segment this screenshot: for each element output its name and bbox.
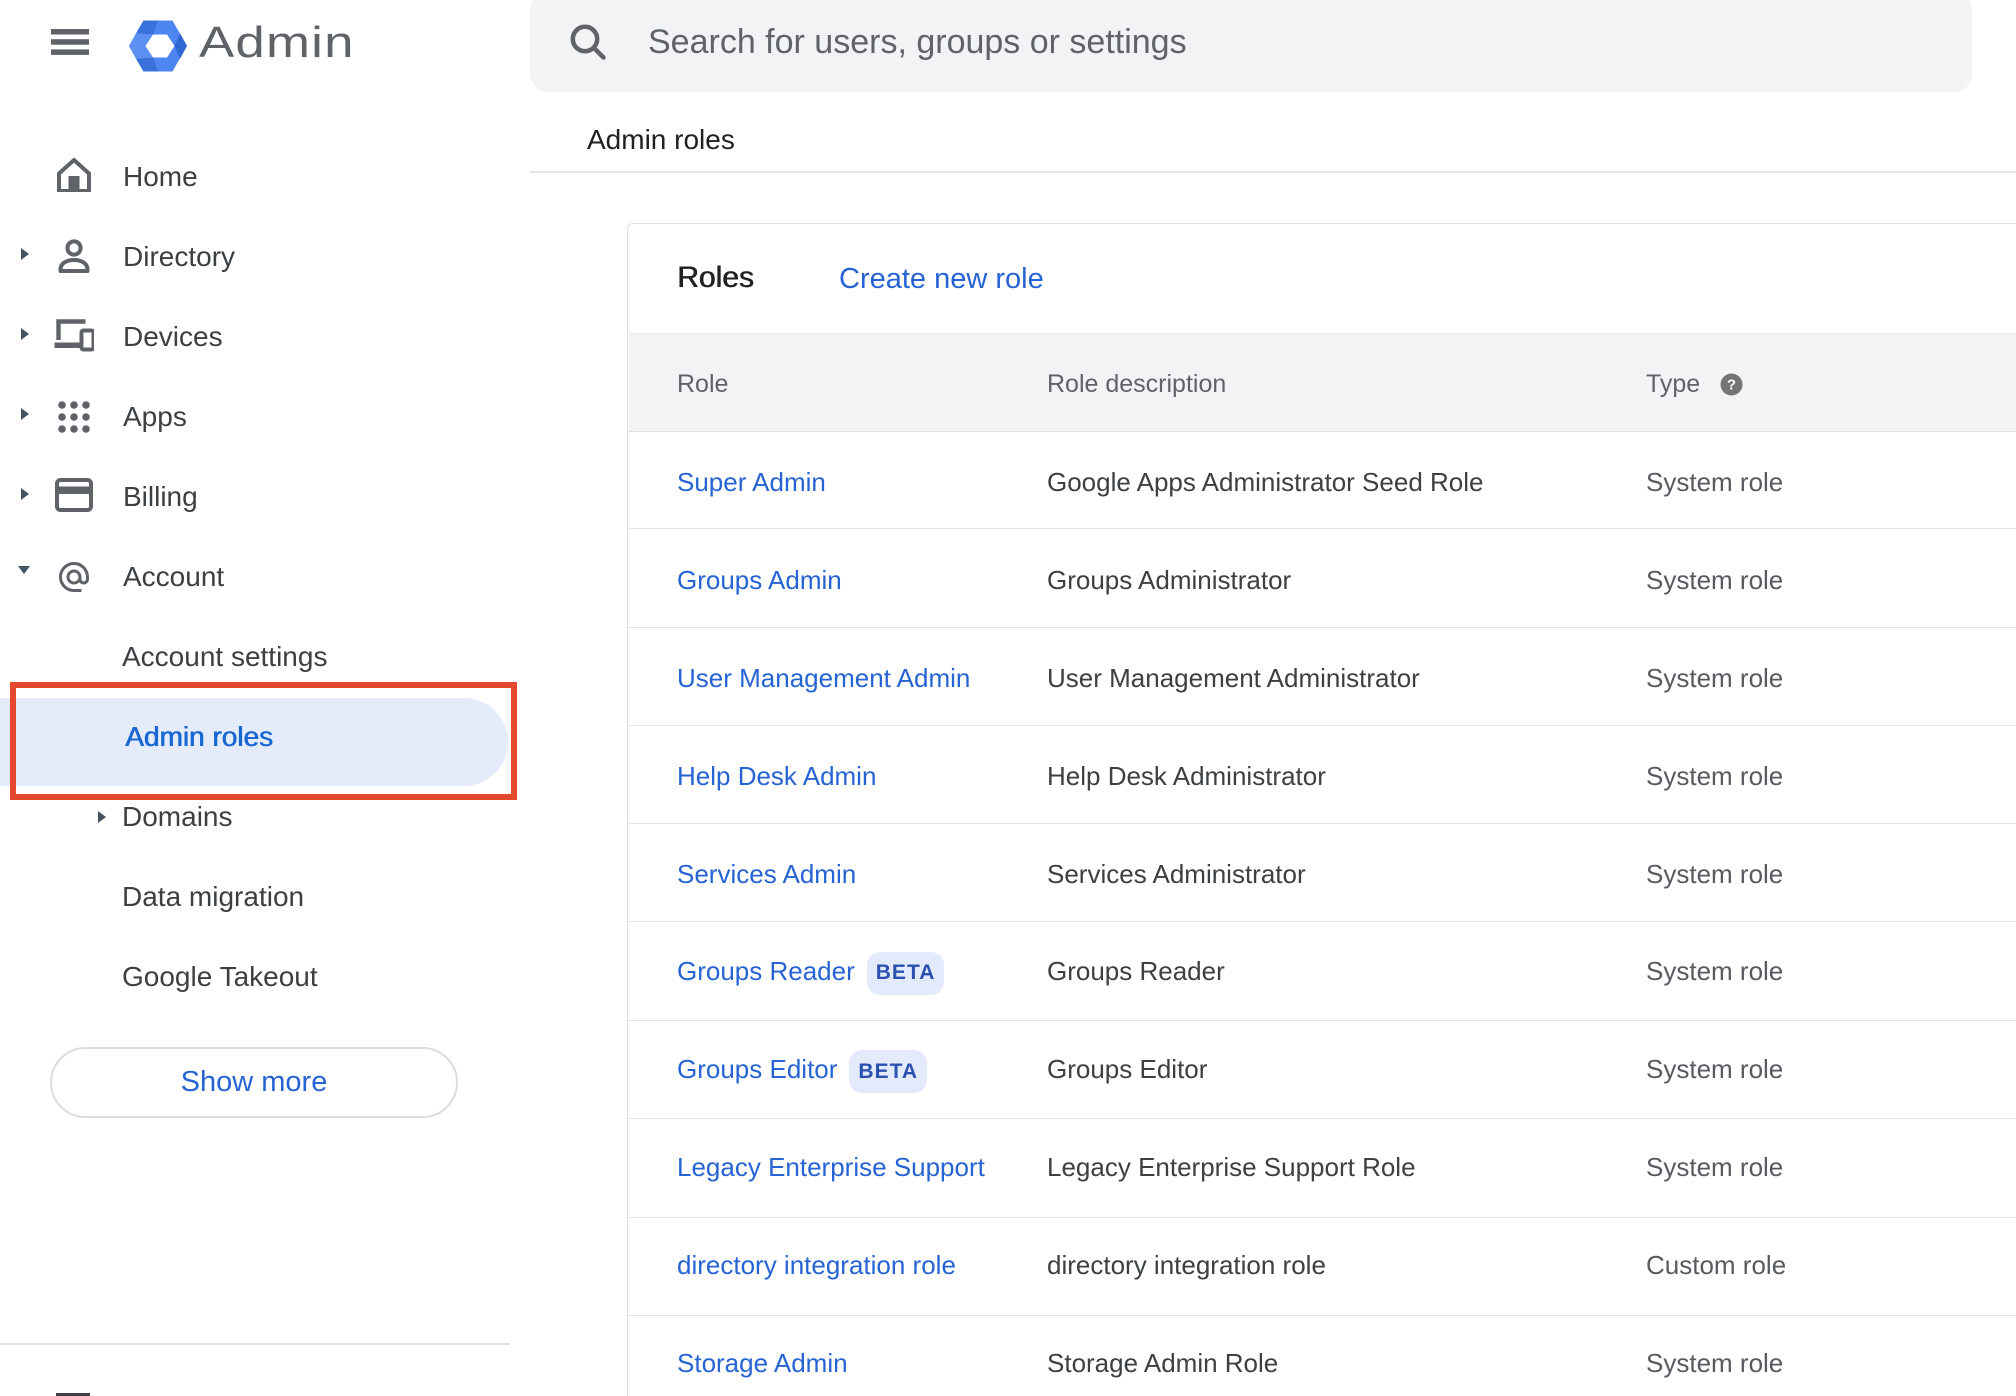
svg-text:?: ? (1727, 377, 1736, 394)
